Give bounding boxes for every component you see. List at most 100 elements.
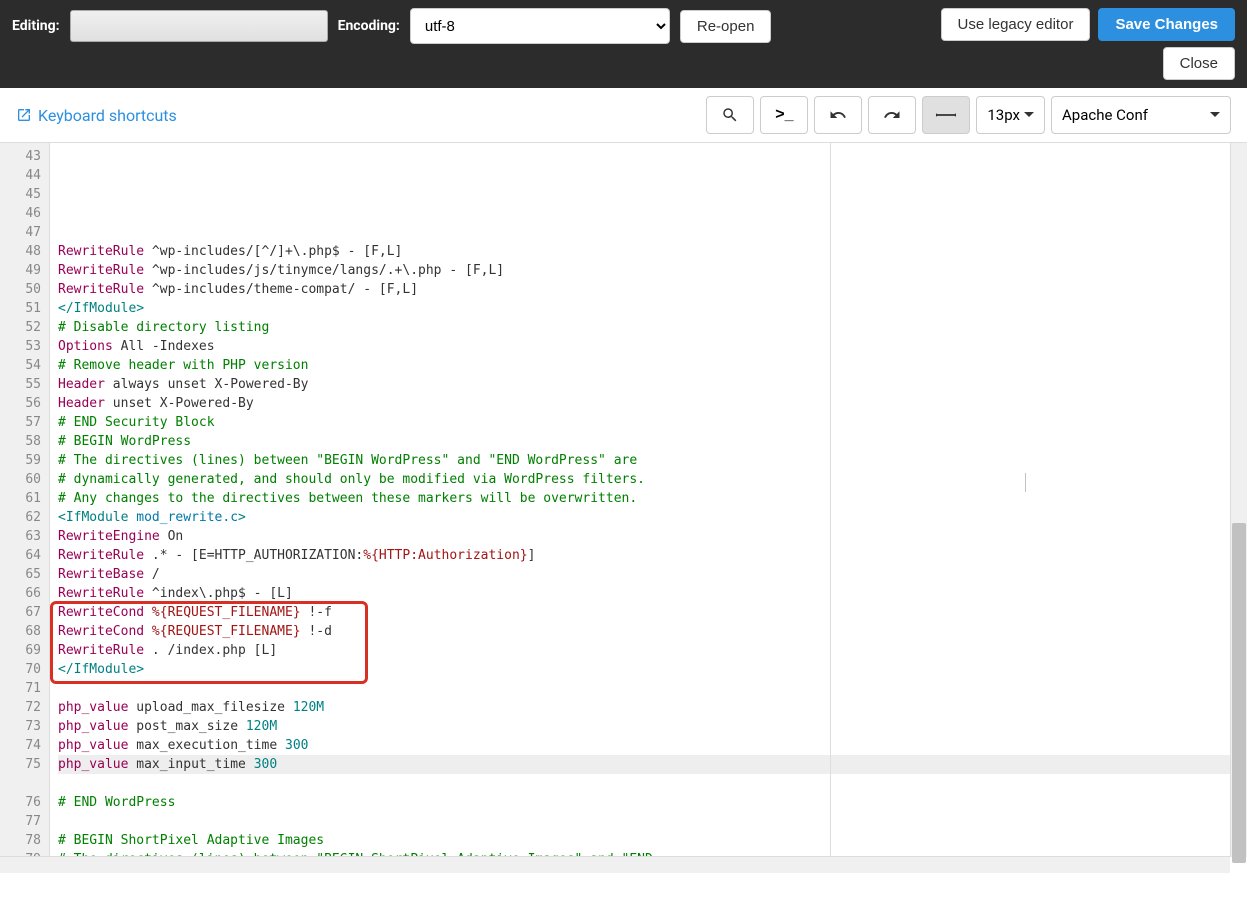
line-number-gutter: 4344454647484950515253545556575859606162… [0,143,50,873]
line-number: 62 [4,508,41,527]
external-link-icon [16,107,32,123]
line-number: 78 [4,831,41,850]
code-line[interactable]: # BEGIN WordPress [58,432,1247,451]
line-number: 58 [4,432,41,451]
line-number: 43 [4,147,41,166]
word-wrap-button[interactable] [922,96,970,134]
code-line[interactable]: <IfModule mod_rewrite.c> [58,508,1247,527]
editor-header: Editing: Encoding: utf-8 Re-open Use leg… [0,0,1247,88]
syntax-mode-select[interactable]: Apache Conf [1051,96,1231,134]
text-cursor [1025,473,1026,492]
code-line[interactable]: RewriteRule ^wp-includes/theme-compat/ -… [58,280,1247,299]
code-line[interactable]: Header always unset X-Powered-By [58,375,1247,394]
line-number: 45 [4,185,41,204]
code-line[interactable]: # Disable directory listing [58,318,1247,337]
line-number: 60 [4,470,41,489]
code-line[interactable]: RewriteRule ^index\.php$ - [L] [58,584,1247,603]
code-line[interactable]: php_value max_input_time 300 [58,755,1247,774]
code-line[interactable]: # Remove header with PHP version [58,356,1247,375]
line-number: 63 [4,527,41,546]
code-line[interactable]: # dynamically generated, and should only… [58,470,1247,489]
line-number: 56 [4,394,41,413]
encoding-select[interactable]: utf-8 [410,8,670,44]
code-line[interactable]: # Any changes to the directives between … [58,489,1247,508]
line-number: 49 [4,261,41,280]
chevron-down-icon [1210,110,1220,120]
horizontal-scrollbar[interactable] [0,856,1230,873]
chevron-down-icon [1024,110,1034,120]
undo-icon [829,106,847,124]
code-line[interactable]: </IfModule> [58,299,1247,318]
line-number: 55 [4,375,41,394]
keyboard-shortcuts-link[interactable]: Keyboard shortcuts [16,106,177,125]
line-number: 76 [4,793,41,812]
vertical-scrollbar-thumb[interactable] [1232,523,1246,863]
line-number: 74 [4,736,41,755]
redo-icon [883,106,901,124]
code-line[interactable]: RewriteRule . /index.php [L] [58,641,1247,660]
code-line[interactable]: # BEGIN ShortPixel Adaptive Images [58,831,1247,850]
code-line[interactable]: RewriteRule .* - [E=HTTP_AUTHORIZATION:%… [58,546,1247,565]
wrap-icon [936,108,956,122]
line-number: 67 [4,603,41,622]
code-line[interactable] [58,774,1247,793]
code-line[interactable]: php_value upload_max_filesize 120M [58,698,1247,717]
line-number: 77 [4,812,41,831]
font-size-value: 13px [987,106,1020,124]
encoding-label: Encoding: [338,18,400,34]
line-number: 59 [4,451,41,470]
syntax-mode-value: Apache Conf [1062,106,1148,124]
code-line[interactable]: # END Security Block [58,413,1247,432]
code-line[interactable]: php_value post_max_size 120M [58,717,1247,736]
font-size-select[interactable]: 13px [976,96,1045,134]
reopen-button[interactable]: Re-open [680,10,772,43]
filename-input[interactable] [70,10,328,42]
line-number: 48 [4,242,41,261]
code-line[interactable] [58,679,1247,698]
redo-button[interactable] [868,96,916,134]
line-number: 64 [4,546,41,565]
undo-button[interactable] [814,96,862,134]
code-line[interactable]: # The directives (lines) between "BEGIN … [58,451,1247,470]
code-line[interactable]: RewriteEngine On [58,527,1247,546]
line-number: 50 [4,280,41,299]
editor-toolbar: Keyboard shortcuts >_ 13px Apache Conf [0,88,1247,143]
code-line[interactable]: RewriteBase / [58,565,1247,584]
legacy-editor-button[interactable]: Use legacy editor [941,8,1091,41]
code-line[interactable] [58,812,1247,831]
code-line[interactable]: Header unset X-Powered-By [58,394,1247,413]
terminal-icon: >_ [775,106,793,124]
keyboard-shortcuts-label: Keyboard shortcuts [38,106,177,125]
header-left: Editing: Encoding: utf-8 Re-open [12,8,771,44]
line-number: 53 [4,337,41,356]
header-right: Use legacy editor Save Changes Close [941,8,1235,80]
vertical-scrollbar[interactable] [1230,143,1247,857]
code-line[interactable]: Options All -Indexes [58,337,1247,356]
search-icon [721,106,739,124]
line-number: 66 [4,584,41,603]
line-number: 68 [4,622,41,641]
line-number: 46 [4,204,41,223]
terminal-button[interactable]: >_ [760,96,808,134]
line-number: 70 [4,660,41,679]
code-editor[interactable]: 4344454647484950515253545556575859606162… [0,143,1247,873]
code-line[interactable]: RewriteRule ^wp-includes/js/tinymce/lang… [58,261,1247,280]
code-line[interactable]: RewriteRule ^wp-includes/[^/]+\.php$ - [… [58,242,1247,261]
code-line[interactable]: </IfModule> [58,660,1247,679]
code-line[interactable]: # END WordPress [58,793,1247,812]
line-number: 52 [4,318,41,337]
search-button[interactable] [706,96,754,134]
close-button[interactable]: Close [1163,47,1235,80]
line-number: 44 [4,166,41,185]
line-number: 54 [4,356,41,375]
print-margin [830,143,831,873]
line-number: 73 [4,717,41,736]
line-number: 71 [4,679,41,698]
line-number: 65 [4,565,41,584]
code-line[interactable]: RewriteCond %{REQUEST_FILENAME} !-d [58,622,1247,641]
code-content[interactable]: RewriteRule ^wp-includes/[^/]+\.php$ - [… [50,143,1247,873]
code-line[interactable]: php_value max_execution_time 300 [58,736,1247,755]
line-number: 57 [4,413,41,432]
code-line[interactable]: RewriteCond %{REQUEST_FILENAME} !-f [58,603,1247,622]
save-changes-button[interactable]: Save Changes [1098,8,1235,41]
